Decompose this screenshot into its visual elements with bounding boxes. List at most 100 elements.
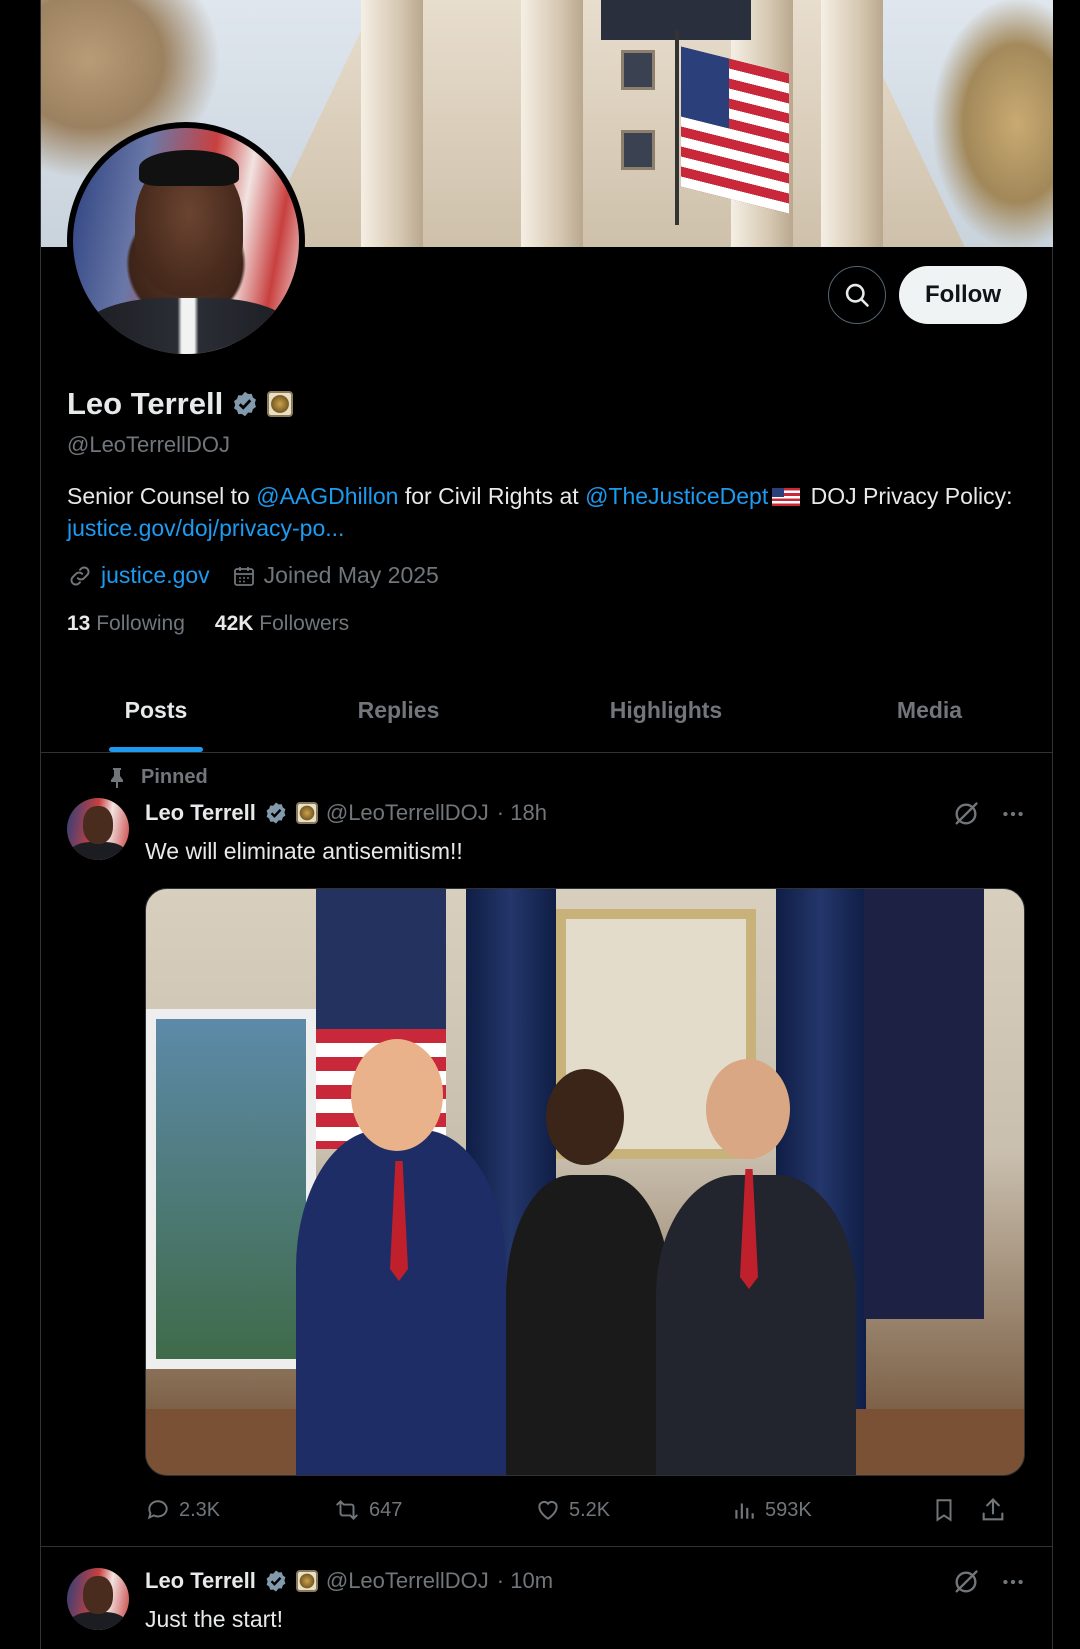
like-icon <box>538 1500 558 1520</box>
bio-privacy-link[interactable]: justice.gov/doj/privacy-po... <box>67 515 344 541</box>
tweet-divider <box>41 1546 1053 1547</box>
followers-count: 42K <box>214 612 254 635</box>
pinned-label: Pinned <box>141 766 208 788</box>
repost-action[interactable]: 647 <box>333 1497 535 1523</box>
flag-pole <box>675 30 679 225</box>
avatar-suit <box>83 298 293 354</box>
us-flag-emoji-icon <box>772 488 801 506</box>
tab-media[interactable]: Media <box>806 668 1053 752</box>
verified-badge-icon[interactable] <box>231 390 259 418</box>
doj-seal-icon[interactable] <box>267 391 294 417</box>
website-link[interactable]: justice.gov <box>101 562 210 589</box>
tweet-author-name[interactable]: Leo Terrell <box>145 800 256 826</box>
tab-label: Media <box>896 696 963 723</box>
photo-window <box>146 1009 316 1369</box>
banner-window <box>621 50 655 90</box>
tab-posts[interactable]: Posts <box>41 668 271 752</box>
following-count: 13 <box>67 612 91 635</box>
bio-mention-link[interactable]: @TheJusticeDept <box>585 483 768 509</box>
bio-mention-link[interactable]: @AAGDhillon <box>256 483 398 509</box>
active-tab-indicator <box>109 747 203 752</box>
profile-name-row: Leo Terrell <box>67 386 294 422</box>
bookmark-share-group <box>931 1496 1007 1524</box>
views-action[interactable]: 593K <box>731 1497 931 1523</box>
like-action[interactable]: 5.2K <box>535 1497 731 1523</box>
photo-presidential-flag <box>864 889 984 1319</box>
website-item[interactable]: justice.gov <box>67 562 210 589</box>
more-icon[interactable] <box>1000 801 1026 827</box>
banner-column <box>361 0 423 247</box>
tweet-header-actions <box>952 800 1026 828</box>
profile-name: Leo Terrell <box>67 386 224 421</box>
views-icon <box>735 1503 754 1519</box>
photo-head-center <box>546 1069 624 1165</box>
followers-stat[interactable]: 42K Followers <box>215 612 349 636</box>
tweet-avatar[interactable] <box>67 1568 129 1630</box>
doj-seal-icon[interactable] <box>295 1570 318 1592</box>
photo-head-right <box>706 1059 790 1159</box>
reply-icon <box>147 1500 168 1520</box>
joined-date: Joined May 2025 <box>263 562 439 588</box>
profile-handle: @LeoTerrellDOJ <box>67 432 230 457</box>
profile-meta: justice.gov Joined May 2025 <box>67 562 461 589</box>
pin-icon <box>111 767 123 788</box>
tweet-header-actions <box>952 1568 1026 1596</box>
tweet-header: Leo Terrell @LeoTerrellDOJ · 18h <box>145 800 547 826</box>
avatar-face <box>83 806 113 844</box>
like-count: 5.2K <box>569 1498 611 1521</box>
tab-label: Replies <box>357 696 440 723</box>
joined-item: Joined May 2025 <box>232 562 439 589</box>
link-icon <box>70 566 90 585</box>
tweet-time[interactable]: · 18h <box>497 800 547 826</box>
banner-column <box>521 0 583 247</box>
avatar-suit <box>71 842 125 860</box>
follow-button[interactable]: Follow <box>899 266 1027 324</box>
main-column: Follow Leo Terrell @LeoTerrellDOJ Senior… <box>40 0 1053 1649</box>
avatar-face <box>83 1576 113 1614</box>
profile-stats: 13 Following 42K Followers <box>67 612 379 636</box>
profile-bio: Senior Counsel to @AAGDhillon for Civil … <box>67 480 1017 544</box>
banner-tree <box>933 0 1053 247</box>
repost-icon <box>336 1499 358 1521</box>
tweet-text: Just the start! <box>145 1606 284 1632</box>
bio-text: for Civil Rights at <box>398 483 586 509</box>
profile-page: Follow Leo Terrell @LeoTerrellDOJ Senior… <box>0 0 1080 1649</box>
tweet-actions: 2.3K 647 5.2K 593K <box>145 1496 1025 1524</box>
verified-badge-icon[interactable] <box>264 1569 288 1593</box>
tweet-text: We will eliminate antisemitism!! <box>145 838 463 864</box>
photo-person-right <box>656 1175 856 1475</box>
grok-icon[interactable] <box>952 1568 980 1596</box>
photo-person-center <box>506 1175 671 1475</box>
verified-badge-icon[interactable] <box>264 801 288 825</box>
banner-flag <box>681 46 789 214</box>
tweet-author-handle[interactable]: @LeoTerrellDOJ <box>326 800 489 826</box>
tab-label: Highlights <box>609 696 723 723</box>
banner-column <box>821 0 883 247</box>
search-profile-button[interactable] <box>828 266 886 324</box>
search-icon <box>845 283 869 307</box>
tab-highlights[interactable]: Highlights <box>526 668 806 752</box>
tweet-time[interactable]: · 10m <box>497 1568 553 1594</box>
doj-seal-icon[interactable] <box>295 802 318 824</box>
bio-text: DOJ Privacy Policy: <box>804 483 1013 509</box>
tab-replies[interactable]: Replies <box>271 668 526 752</box>
tab-label: Posts <box>124 696 188 723</box>
bookmark-icon[interactable] <box>931 1496 957 1524</box>
tweet-author-name[interactable]: Leo Terrell <box>145 1568 256 1594</box>
following-stat[interactable]: 13 Following <box>67 612 185 636</box>
grok-icon[interactable] <box>952 800 980 828</box>
tweet-avatar[interactable] <box>67 798 129 860</box>
share-icon[interactable] <box>979 1496 1007 1524</box>
bio-text: Senior Counsel to <box>67 483 257 509</box>
tweet-author-handle[interactable]: @LeoTerrellDOJ <box>326 1568 489 1594</box>
photo-head-left <box>351 1039 443 1151</box>
pinned-indicator: Pinned <box>107 766 208 789</box>
more-icon[interactable] <box>1000 1569 1026 1595</box>
banner-window <box>621 130 655 170</box>
reply-count: 2.3K <box>179 1498 221 1521</box>
calendar-icon <box>233 566 254 586</box>
avatar-hair <box>139 150 239 186</box>
tweet-media-image[interactable] <box>145 888 1025 1476</box>
reply-action[interactable]: 2.3K <box>145 1497 333 1523</box>
profile-avatar[interactable] <box>67 122 305 360</box>
